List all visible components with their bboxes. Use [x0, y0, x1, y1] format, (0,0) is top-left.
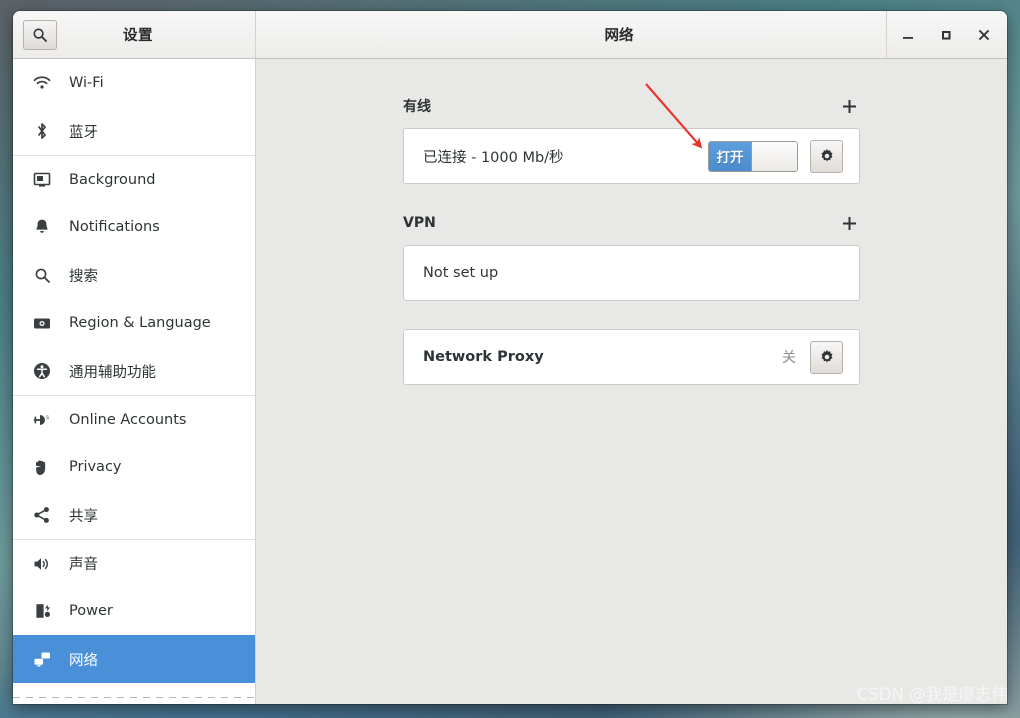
bell-icon — [31, 218, 53, 236]
sidebar-item-label: Wi-Fi — [69, 75, 104, 91]
content-headerbar: 网络 — [256, 11, 1007, 58]
desktop-background: 设置 网络 Wi-Fi 蓝牙 Background Notifications … — [0, 0, 1020, 718]
wired-section-header: 有线 — [403, 95, 860, 117]
sidebar-item-label: 声音 — [69, 557, 98, 573]
wired-title: 有线 — [403, 99, 431, 115]
sidebar-item-search[interactable]: 搜索 — [13, 251, 255, 299]
vpn-section-header: VPN — [403, 212, 860, 234]
minimize-icon — [903, 36, 913, 39]
proxy-row: Network Proxy 关 — [404, 330, 859, 384]
sidebar-item-label: 共享 — [69, 508, 98, 525]
bluetooth-icon — [31, 122, 53, 140]
wired-status: 已连接 - 1000 Mb/秒 — [423, 149, 564, 166]
plus-icon — [842, 99, 856, 113]
sidebar-item-power[interactable]: Power — [13, 587, 255, 635]
search-button[interactable] — [23, 19, 57, 50]
proxy-settings-button[interactable] — [810, 340, 843, 374]
power-icon — [31, 602, 53, 620]
sidebar-item-sharing[interactable]: 共享 — [13, 491, 255, 539]
sidebar-item-region-language[interactable]: Region & Language — [13, 299, 255, 347]
accessibility-icon — [31, 362, 53, 380]
sidebar-item-bluetooth[interactable]: 蓝牙 — [13, 107, 255, 155]
minimize-button[interactable] — [889, 15, 927, 55]
settings-window: 设置 网络 Wi-Fi 蓝牙 Background Notifications … — [13, 11, 1007, 704]
vpn-row: Not set up — [404, 246, 859, 300]
sound-icon — [31, 555, 53, 573]
gear-icon — [821, 148, 832, 162]
settings-sidebar: Wi-Fi 蓝牙 Background Notifications 搜索 Reg… — [13, 59, 256, 704]
vpn-title: VPN — [403, 215, 436, 231]
sidebar-item-notifications[interactable]: Notifications — [13, 203, 255, 251]
sidebar-item-background[interactable]: Background — [13, 155, 255, 203]
wired-settings-button[interactable] — [810, 139, 843, 173]
sidebar-item-network[interactable]: 网络 — [13, 635, 255, 683]
sidebar-item-wifi[interactable]: Wi-Fi — [13, 59, 255, 107]
window-headerbar: 设置 网络 — [13, 11, 1007, 59]
background-icon — [31, 171, 53, 189]
vpn-status: Not set up — [423, 265, 499, 281]
proxy-label: Network Proxy — [423, 349, 544, 365]
sidebar-item-online-accounts[interactable]: s Online Accounts — [13, 395, 255, 443]
close-icon — [979, 29, 989, 40]
wired-toggle-knob — [752, 141, 797, 171]
proxy-card: Network Proxy 关 — [403, 329, 860, 385]
sidebar-title: 设置 — [123, 28, 153, 44]
add-wired-button[interactable] — [838, 95, 860, 117]
add-vpn-button[interactable] — [838, 212, 860, 234]
wired-row: 已连接 - 1000 Mb/秒 打开 — [404, 129, 859, 183]
maximize-icon — [942, 30, 951, 39]
sidebar-item-accessibility[interactable]: 通用辅助功能 — [13, 347, 255, 395]
wired-toggle-label: 打开 — [709, 141, 752, 171]
sidebar-item-label: 网络 — [69, 652, 98, 669]
network-icon — [31, 650, 53, 668]
maximize-button[interactable] — [927, 15, 965, 55]
region-icon — [31, 314, 53, 332]
wifi-icon — [31, 74, 53, 92]
window-body: Wi-Fi 蓝牙 Background Notifications 搜索 Reg… — [13, 59, 1007, 704]
vpn-card: Not set up — [403, 245, 860, 301]
proxy-status: 关 — [782, 350, 796, 366]
sidebar-item-label: 搜索 — [69, 268, 98, 285]
sidebar-item-label: Privacy — [69, 459, 122, 475]
sidebar-item-label: 通用辅助功能 — [69, 364, 156, 381]
sidebar-item-label: Online Accounts — [69, 411, 187, 428]
online-accounts-icon: s — [31, 411, 53, 429]
sidebar-item-label: Region & Language — [69, 315, 211, 331]
sidebar-item-label: Notifications — [69, 219, 160, 235]
network-panel: 有线 已连接 - 1000 Mb/秒 打开 VPN Not set up Net… — [256, 59, 1007, 704]
close-button[interactable] — [965, 15, 1003, 55]
sidebar-item-sound[interactable]: 声音 — [13, 539, 255, 587]
sidebar-headerbar: 设置 — [13, 11, 256, 58]
search-icon — [31, 266, 53, 284]
sidebar-item-label: Power — [69, 603, 113, 619]
window-controls — [886, 11, 1007, 58]
plus-icon — [842, 216, 856, 230]
gear-icon — [821, 349, 832, 363]
wired-toggle[interactable]: 打开 — [708, 140, 798, 172]
sidebar-item-label: Background — [69, 171, 156, 188]
hand-icon — [31, 458, 53, 476]
sidebar-item-privacy[interactable]: Privacy — [13, 443, 255, 491]
wired-card: 已连接 - 1000 Mb/秒 打开 — [403, 128, 860, 184]
sidebar-scroll-indicator — [13, 697, 255, 698]
page-title: 网络 — [604, 28, 634, 44]
sidebar-item-label: 蓝牙 — [69, 124, 98, 141]
search-icon — [33, 27, 47, 42]
share-icon — [31, 506, 53, 524]
svg-text:s: s — [46, 415, 49, 421]
